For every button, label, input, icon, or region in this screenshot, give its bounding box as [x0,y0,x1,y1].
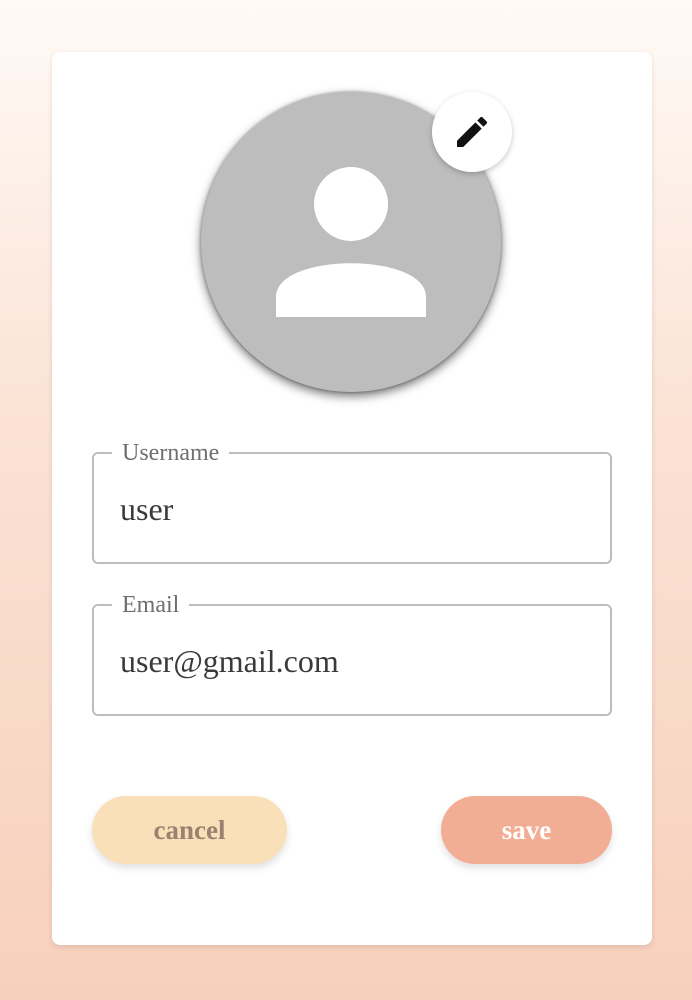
username-label: Username [112,440,230,466]
username-field: Username [92,440,612,564]
email-label: Email [112,592,190,618]
email-input[interactable] [120,636,590,686]
pencil-icon [457,116,488,147]
username-input[interactable] [120,484,590,534]
avatar-container [201,92,512,392]
edit-avatar-button[interactable] [432,92,512,172]
cancel-button[interactable]: cancel [92,796,287,864]
save-button[interactable]: save [441,796,612,864]
profile-card: Username Email cancel save [52,52,652,945]
email-field: Email [92,592,612,716]
